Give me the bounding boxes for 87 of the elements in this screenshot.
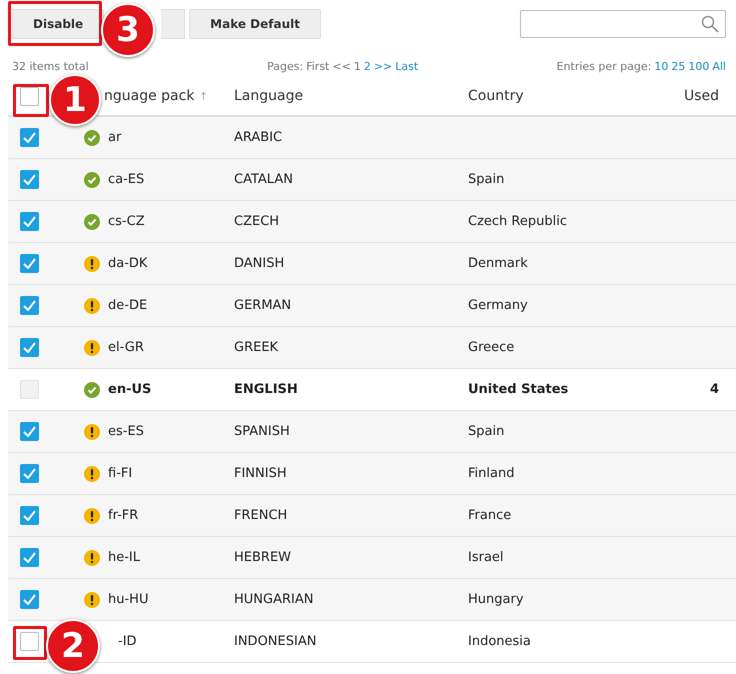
table-cell-text: ca-ES: [108, 172, 146, 187]
row-checkbox[interactable]: [20, 590, 39, 609]
table-cell-text: cs-CZ: [108, 214, 146, 229]
row-checkbox[interactable]: [20, 128, 39, 147]
entries-link[interactable]: 100: [688, 60, 710, 72]
table-cell-text: CATALAN: [234, 172, 294, 187]
column-header[interactable]: Language: [234, 88, 468, 104]
entries-link[interactable]: All: [712, 60, 726, 72]
page-link[interactable]: 1: [354, 60, 361, 72]
table-cell-text: el-GR: [108, 340, 145, 355]
table-cell-text: ENGLISH: [234, 382, 299, 397]
row-checkbox[interactable]: [20, 422, 39, 441]
check-circle-icon: [84, 130, 100, 146]
highlight-frame: [13, 84, 49, 117]
table-cell-text: Germany: [468, 298, 529, 313]
table-cell-text: da-DK: [108, 256, 148, 271]
item-count: 32 items total: [12, 60, 89, 72]
table-cell-text: he-IL: [108, 550, 142, 565]
select-all-checkbox[interactable]: [20, 86, 39, 106]
row-checkbox[interactable]: [20, 254, 39, 273]
table-cell-text: es-ES: [108, 424, 145, 439]
table-cell-text: fr-FR: [108, 508, 140, 523]
table-cell-text: France: [468, 508, 512, 523]
column-header[interactable]: nguage pack ↑: [104, 88, 234, 104]
table-cell-text: Israel: [468, 550, 505, 565]
warning-icon: [84, 550, 100, 566]
step-number: 3: [101, 3, 155, 57]
page-link[interactable]: >>: [374, 60, 392, 72]
table-cell-text: Greece: [468, 340, 516, 355]
table-cell-text: Spain: [468, 424, 506, 439]
warning-icon: [84, 592, 100, 608]
row-checkbox[interactable]: [20, 548, 39, 567]
table-cell-text: FRENCH: [234, 508, 288, 523]
table-cell-text: GERMAN: [234, 298, 292, 313]
table-cell-text: INDONESIAN: [234, 634, 318, 649]
table-cell-text: 4: [708, 382, 719, 397]
toolbar-button[interactable]: Disable: [12, 9, 104, 39]
warning-icon: [84, 424, 100, 440]
column-header[interactable]: Country: [468, 88, 659, 104]
table-cell-text: fi-FI: [108, 466, 134, 481]
page-link[interactable]: Last: [395, 60, 418, 72]
page-link[interactable]: <<: [332, 60, 351, 72]
table-cell-text: Spain: [468, 172, 506, 187]
table-cell-text: HEBREW: [234, 550, 292, 565]
page-link[interactable]: 2: [364, 60, 371, 72]
table-cell-text: DANISH: [234, 256, 286, 271]
row-checkbox[interactable]: [20, 170, 39, 189]
table-cell-text: hu-HU: [108, 592, 150, 607]
row-checkbox[interactable]: [20, 506, 39, 525]
table-cell-text: CZECH: [234, 214, 280, 229]
table-cell-text: de-DE: [108, 298, 148, 313]
warning-icon: [84, 298, 100, 314]
warning-icon: [84, 340, 100, 356]
page-link[interactable]: First: [306, 60, 330, 72]
row-checkbox[interactable]: [20, 338, 39, 357]
row-checkbox[interactable]: [20, 212, 39, 231]
table-cell-text: ar: [108, 130, 122, 145]
row-checkbox[interactable]: [20, 632, 39, 651]
search-icon: [701, 15, 719, 33]
check-circle-icon: [84, 382, 100, 398]
table-cell-text: Hungary: [468, 592, 525, 607]
row-checkbox[interactable]: [20, 464, 39, 483]
table-cell-text: en-US: [108, 382, 152, 397]
search-field[interactable]: [520, 10, 726, 38]
table-cell-text: Finland: [468, 466, 516, 481]
table-cell-text: ARABIC: [234, 130, 284, 145]
table-cell-text: -ID: [118, 634, 138, 649]
table-cell-text: FINNISH: [234, 466, 288, 481]
table-cell-text: HUNGARIAN: [234, 592, 314, 607]
check-circle-icon: [84, 214, 100, 230]
table-cell-text: Czech Republic: [468, 214, 568, 229]
table-cell-text: Denmark: [468, 256, 529, 271]
pages-label: Pages:: [267, 60, 304, 72]
row-checkbox[interactable]: [20, 296, 39, 315]
table-cell-text: Indonesia: [468, 634, 532, 649]
entries-label: Entries per page:: [556, 60, 652, 72]
table-cell-text: United States: [468, 382, 570, 397]
toolbar-button[interactable]: Make Default: [189, 9, 321, 39]
check-circle-icon: [84, 172, 100, 188]
entries-link[interactable]: 10: [654, 60, 668, 72]
warning-icon: [84, 466, 100, 482]
warning-icon: [84, 256, 100, 272]
entries-link[interactable]: 25: [671, 60, 686, 72]
table-cell-text: GREEK: [234, 340, 280, 355]
column-header[interactable]: Used: [659, 88, 719, 104]
warning-icon: [84, 508, 100, 524]
table-cell-text: SPANISH: [234, 424, 291, 439]
